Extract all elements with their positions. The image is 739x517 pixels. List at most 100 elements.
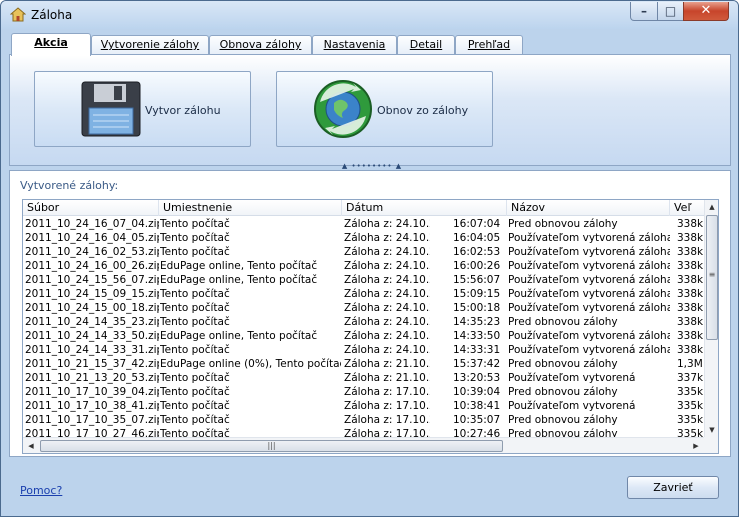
cell-location: Tento počítač	[160, 428, 230, 437]
cell-size: 338k	[677, 330, 704, 342]
table-row[interactable]: 2011_10_24_16_07_04.zip Tento počítač Zálo…	[23, 217, 704, 231]
table-row[interactable]: 2011_10_24_16_04_05.zip Tento počítač Zálo…	[23, 231, 704, 245]
cell-name: Pred obnovou zálohy	[508, 414, 618, 426]
cell-time: 15:56:07	[453, 274, 501, 286]
cell-file: 2011_10_24_16_04_05.zip	[25, 232, 159, 244]
cell-time: 14:33:50	[453, 330, 501, 342]
cell-location: EduPage online (0%), Tento počítač	[160, 358, 341, 370]
table-row[interactable]: 2011_10_24_16_02_53.zip Tento počítač Zálo…	[23, 245, 704, 259]
cell-file: 2011_10_24_14_33_50.zip	[25, 330, 159, 342]
cell-file: 2011_10_21_13_20_53.zip	[25, 372, 159, 384]
cell-file: 2011_10_17_10_39_04.zip	[25, 386, 159, 398]
tab-akcia[interactable]: Akcia	[11, 33, 91, 56]
vertical-scrollbar[interactable]: ▲ ≡ ▼	[704, 200, 718, 437]
table-row[interactable]: 2011_10_24_14_33_50.zip EduPage online, T…	[23, 329, 704, 343]
table-row[interactable]: 2011_10_17_10_27_46.zip Tento počítač Zálo…	[23, 427, 704, 437]
tab-nastavenia[interactable]: Nastavenia	[312, 35, 397, 55]
close-button[interactable]: Zavrieť	[627, 476, 719, 499]
cell-size: 1,3M	[677, 358, 703, 370]
cell-name: Používateľom vytvorená záloha	[508, 274, 670, 286]
cell-size: 338k	[677, 260, 704, 272]
help-link[interactable]: Pomoc?	[20, 484, 62, 497]
horizontal-scrollbar[interactable]: ◀ ||| ▶	[23, 437, 704, 453]
scroll-left-icon[interactable]: ◀	[23, 438, 39, 453]
cell-location: Tento počítač	[160, 302, 230, 314]
title-bar[interactable]: Záloha – □ ✕	[1, 1, 738, 29]
scroll-right-icon[interactable]: ▶	[688, 438, 704, 453]
cell-time: 14:33:31	[453, 344, 501, 356]
splitter-grip-icon[interactable]: ▲ •••••••• ▲	[337, 163, 407, 170]
column-header-size[interactable]: Veľ	[670, 200, 704, 216]
table-row[interactable]: 2011_10_21_13_20_53.zip Tento počítač Zálo…	[23, 371, 704, 385]
table-row[interactable]: 2011_10_24_15_09_15.zip Tento počítač Zálo…	[23, 287, 704, 301]
cell-time: 15:37:42	[453, 358, 501, 370]
scroll-up-icon[interactable]: ▲	[705, 200, 718, 214]
cell-date: Záloha z: 17.10.2011	[344, 400, 430, 412]
cell-time: 14:35:23	[453, 316, 501, 328]
table-row[interactable]: 2011_10_21_15_37_42.zip EduPage online (0…	[23, 357, 704, 371]
cell-size: 338k	[677, 274, 704, 286]
table-row[interactable]: 2011_10_17_10_38_41.zip Tento počítač Zálo…	[23, 399, 704, 413]
cell-file: 2011_10_17_10_38_41.zip	[25, 400, 159, 412]
list-body: 2011_10_24_16_07_04.zip Tento počítač Zálo…	[23, 217, 704, 437]
cell-size: 335k	[677, 400, 704, 412]
cell-location: Tento počítač	[160, 414, 230, 426]
cell-location: Tento počítač	[160, 386, 230, 398]
cell-file: 2011_10_17_10_27_46.zip	[25, 428, 159, 437]
backups-list[interactable]: Súbor Umiestnenie Dátum Názov Veľ 2011_1…	[22, 199, 719, 454]
cell-name: Používateľom vytvorená záloha	[508, 260, 670, 272]
cell-file: 2011_10_24_16_07_04.zip	[25, 218, 159, 230]
table-row[interactable]: 2011_10_24_16_00_26.zip EduPage online, T…	[23, 259, 704, 273]
cell-time: 15:00:18	[453, 302, 501, 314]
cell-location: Tento počítač	[160, 316, 230, 328]
cell-date: Záloha z: 24.10.2011	[344, 274, 430, 286]
scroll-down-icon[interactable]: ▼	[705, 423, 718, 437]
cell-name: Pred obnovou zálohy	[508, 218, 618, 230]
tab-obnova-zalohy[interactable]: Obnova zálohy	[209, 35, 312, 55]
maximize-icon: □	[664, 4, 677, 18]
cell-size: 338k	[677, 246, 704, 258]
cell-location: Tento počítač	[160, 344, 230, 356]
column-header-file[interactable]: Súbor	[23, 200, 159, 216]
minimize-button[interactable]: –	[630, 2, 658, 21]
cell-location: Tento počítač	[160, 400, 230, 412]
cell-location: EduPage online, Tento počítač	[160, 260, 318, 272]
cell-date: Záloha z: 24.10.2011	[344, 288, 430, 300]
tab-detail[interactable]: Detail	[397, 35, 455, 55]
table-row[interactable]: 2011_10_17_10_39_04.zip Tento počítač Zálo…	[23, 385, 704, 399]
table-row[interactable]: 2011_10_24_14_35_23.zip Tento počítač Zálo…	[23, 315, 704, 329]
close-window-button[interactable]: ✕	[683, 2, 729, 21]
cell-time: 13:20:53	[453, 372, 501, 384]
vertical-scroll-thumb[interactable]: ≡	[706, 215, 718, 340]
panel-splitter[interactable]: ▲ •••••••• ▲	[1, 163, 738, 170]
horizontal-scroll-thumb[interactable]: |||	[40, 440, 503, 452]
cell-time: 16:04:05	[453, 232, 501, 244]
column-header-name[interactable]: Názov	[507, 200, 670, 216]
backups-section-label: Vytvorené zálohy:	[20, 179, 119, 192]
table-row[interactable]: 2011_10_24_14_33_31.zip Tento počítač Zálo…	[23, 343, 704, 357]
column-header-location[interactable]: Umiestnenie	[159, 200, 342, 216]
restore-backup-button[interactable]: Obnov zo zálohy	[276, 71, 493, 147]
create-backup-button[interactable]: Vytvor zálohu	[34, 71, 251, 147]
maximize-button[interactable]: □	[657, 2, 684, 21]
cell-location: EduPage online, Tento počítač	[160, 274, 318, 286]
cell-name: Pred obnovou zálohy	[508, 386, 618, 398]
column-header-date[interactable]: Dátum	[342, 200, 507, 216]
cell-time: 16:02:53	[453, 246, 501, 258]
cell-name: Používateľom vytvorená záloha	[508, 232, 670, 244]
cell-file: 2011_10_24_15_00_18.zip	[25, 302, 159, 314]
table-row[interactable]: 2011_10_17_10_35_07.zip Tento počítač Zálo…	[23, 413, 704, 427]
cell-time: 16:07:04	[453, 218, 501, 230]
close-icon: ✕	[700, 3, 712, 18]
cell-file: 2011_10_24_14_33_31.zip	[25, 344, 159, 356]
tab-vytvorenie-zalohy[interactable]: Vytvorenie zálohy	[91, 35, 209, 55]
restore-globe-icon	[314, 80, 372, 138]
table-row[interactable]: 2011_10_24_15_00_18.zip Tento počítač Zálo…	[23, 301, 704, 315]
cell-size: 338k	[677, 218, 704, 230]
cell-date: Záloha z: 17.10.2011	[344, 428, 430, 437]
cell-file: 2011_10_21_15_37_42.zip	[25, 358, 159, 370]
cell-size: 338k	[677, 288, 704, 300]
table-row[interactable]: 2011_10_24_15_56_07.zip EduPage online, T…	[23, 273, 704, 287]
tab-prehlad[interactable]: Prehľad	[455, 35, 523, 55]
cell-name: Pred obnovou zálohy	[508, 428, 618, 437]
